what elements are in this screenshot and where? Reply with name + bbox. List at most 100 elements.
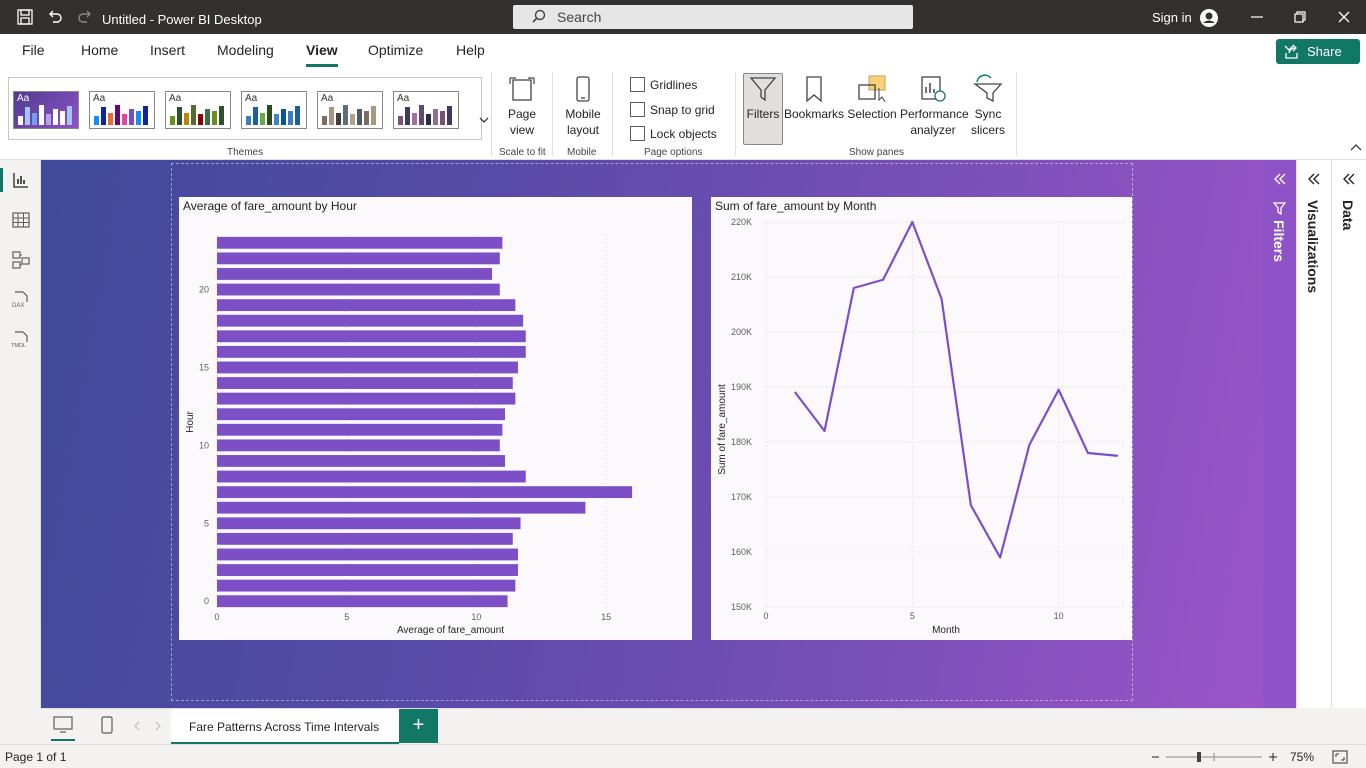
- status-bar: Page 1 of 1 75%: [0, 744, 1366, 768]
- y-tick-label: 20: [199, 285, 209, 295]
- page-tab-bar: Fare Patterns Across Time Intervals +: [41, 708, 1296, 745]
- data-point: [794, 391, 797, 394]
- close-icon[interactable]: [1336, 9, 1352, 25]
- svg-text:DAX: DAX: [12, 303, 24, 309]
- expand-visualizations-icon[interactable]: [1307, 172, 1321, 186]
- data-pane-label: Data: [1340, 200, 1356, 231]
- bar: [217, 579, 516, 592]
- bookmarks-pane-button[interactable]: Bookmarks: [784, 74, 844, 122]
- bar: [217, 439, 500, 452]
- theme-option-6[interactable]: Aa: [393, 91, 459, 129]
- theme-swatch: [101, 107, 106, 125]
- menu-help[interactable]: Help: [456, 42, 485, 58]
- data-point: [852, 287, 855, 289]
- x-axis-title: Average of fare_amount: [397, 625, 504, 636]
- filters-pane-button[interactable]: Filters: [743, 74, 783, 122]
- theme-option-4[interactable]: Aa: [241, 91, 307, 129]
- add-page-button[interactable]: +: [399, 709, 438, 743]
- undo-icon[interactable]: [46, 8, 64, 26]
- theme-swatch: [115, 105, 120, 125]
- zoom-level: 75%: [1290, 750, 1315, 764]
- theme-swatch: [274, 114, 279, 125]
- mobile-layout-button[interactable]: Mobile layout: [560, 74, 606, 138]
- bar-chart-visual[interactable]: Average of fare_amount by Hour 0 5 10 15 0 5 1…: [179, 197, 692, 640]
- expand-filters-icon[interactable]: [1273, 172, 1287, 186]
- menu-insert[interactable]: Insert: [150, 42, 185, 58]
- data-pane-collapsed[interactable]: Data: [1331, 160, 1366, 708]
- menu-view[interactable]: View: [306, 42, 338, 58]
- theme-option-1[interactable]: Aa: [13, 91, 79, 129]
- bar: [217, 377, 513, 389]
- share-button[interactable]: Share: [1276, 39, 1360, 64]
- checkbox-box[interactable]: [630, 126, 645, 141]
- selection-pane-button[interactable]: Selection: [846, 74, 898, 122]
- scroll-right-icon[interactable]: [154, 721, 162, 731]
- account-icon[interactable]: [1199, 8, 1219, 28]
- theme-swatch: [136, 111, 141, 125]
- theme-swatch: [122, 114, 127, 125]
- table-view-icon[interactable]: [11, 210, 31, 230]
- page-view-label: Page view: [507, 107, 537, 137]
- desktop-layout-icon[interactable]: [53, 716, 73, 734]
- visualizations-pane-collapsed[interactable]: Visualizations: [1296, 160, 1331, 708]
- theme-swatch: [364, 111, 369, 125]
- bar: [217, 392, 516, 405]
- zoom-slider[interactable]: [1150, 751, 1282, 763]
- menu-file[interactable]: File: [22, 42, 45, 58]
- gallery-expand-icon[interactable]: [479, 116, 489, 124]
- checkbox-box[interactable]: [630, 102, 645, 117]
- data-point: [823, 430, 826, 432]
- theme-gallery: Aa Aa Aa Aa Aa Aa: [8, 77, 489, 140]
- chevron-down-icon: [1284, 45, 1294, 51]
- theme-swatch: [191, 105, 196, 125]
- dax-query-view-icon[interactable]: DAX: [11, 290, 31, 310]
- theme-option-5[interactable]: Aa: [317, 91, 383, 129]
- collapse-ribbon-icon[interactable]: [1350, 144, 1362, 152]
- sync-slicers-label: Sync slicers: [970, 107, 1005, 137]
- bar: [217, 470, 526, 483]
- theme-swatch: [46, 114, 51, 125]
- theme-option-2[interactable]: Aa: [89, 91, 155, 129]
- model-view-icon[interactable]: [11, 250, 31, 270]
- page-tab-label: Fare Patterns Across Time Intervals: [189, 720, 380, 734]
- expand-data-icon[interactable]: [1342, 172, 1356, 186]
- filters-pane-collapsed[interactable]: Filters: [1263, 160, 1296, 708]
- theme-swatch: [212, 111, 217, 125]
- visualizations-pane-label: Visualizations: [1305, 200, 1321, 294]
- y-tick-label: 190K: [731, 382, 752, 392]
- sync-slicers-button[interactable]: Sync slicers: [968, 74, 1008, 138]
- bookmark-icon: [806, 76, 822, 103]
- menu-optimize[interactable]: Optimize: [368, 42, 423, 58]
- minimize-icon[interactable]: [1249, 9, 1265, 25]
- line-chart-visual[interactable]: Sum of fare_amount by Month 150K 160K 170K…: [711, 197, 1132, 640]
- theme-aa-label: Aa: [397, 93, 410, 104]
- performance-analyzer-button[interactable]: Performance analyzer: [900, 74, 969, 138]
- scroll-left-icon[interactable]: [133, 721, 141, 731]
- theme-option-3[interactable]: Aa: [165, 91, 231, 129]
- search-icon: [532, 9, 546, 23]
- title-bar: Untitled - Power BI Desktop Search Sign …: [0, 0, 1366, 34]
- restore-icon[interactable]: [1292, 9, 1308, 25]
- search-box[interactable]: Search: [513, 5, 913, 29]
- menu-home[interactable]: Home: [81, 42, 118, 58]
- report-view-icon[interactable]: [11, 170, 31, 190]
- theme-swatch: [295, 106, 300, 125]
- fit-to-page-icon[interactable]: [1332, 750, 1348, 764]
- phone-layout-icon[interactable]: [101, 716, 113, 734]
- save-icon[interactable]: [16, 8, 34, 26]
- tmdl-view-icon[interactable]: TMDL: [11, 330, 31, 350]
- theme-swatch: [433, 109, 438, 125]
- sign-in-link[interactable]: Sign in: [1152, 10, 1192, 25]
- checkbox-box[interactable]: [630, 77, 645, 92]
- redo-icon[interactable]: [76, 8, 94, 26]
- ribbon: Aa Aa Aa Aa Aa Aa Themes Page view Scale…: [0, 68, 1366, 160]
- theme-swatch: [371, 106, 376, 125]
- y-tick-label: 180K: [731, 437, 752, 447]
- page-view-button[interactable]: Page view: [500, 74, 544, 138]
- x-tick-label: 0: [214, 612, 219, 622]
- menu-modeling[interactable]: Modeling: [217, 42, 274, 58]
- theme-swatch: [129, 109, 134, 125]
- bar: [217, 455, 505, 467]
- search-label: Search: [557, 9, 602, 25]
- page-tab[interactable]: Fare Patterns Across Time Intervals: [171, 709, 399, 745]
